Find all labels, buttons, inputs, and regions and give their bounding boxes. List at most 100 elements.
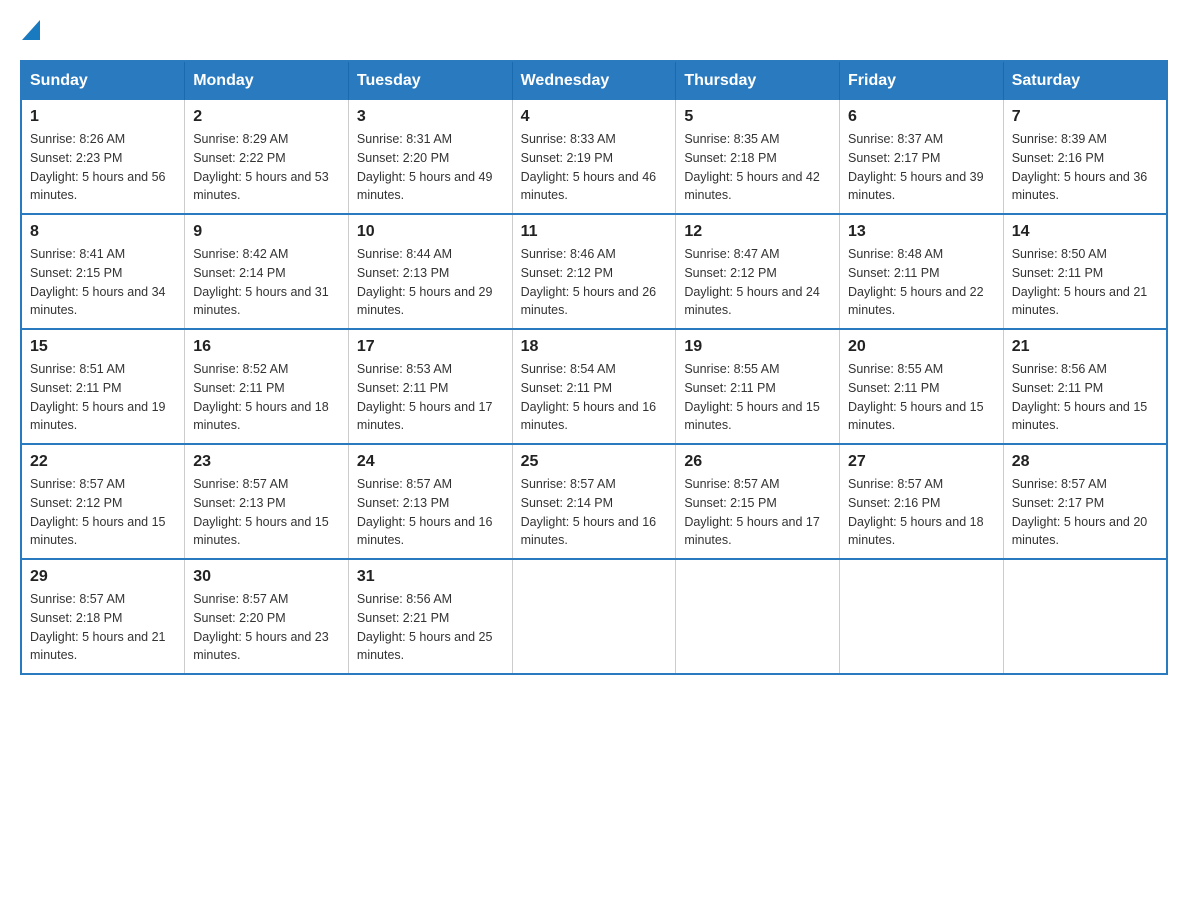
page-header — [20, 20, 1168, 40]
day-info: Sunrise: 8:35 AMSunset: 2:18 PMDaylight:… — [684, 130, 831, 205]
day-number: 7 — [1012, 108, 1158, 126]
calendar-cell: 23 Sunrise: 8:57 AMSunset: 2:13 PMDaylig… — [185, 444, 349, 559]
calendar-cell: 1 Sunrise: 8:26 AMSunset: 2:23 PMDayligh… — [21, 100, 185, 214]
day-number: 23 — [193, 453, 340, 471]
day-number: 6 — [848, 108, 995, 126]
calendar-cell: 21 Sunrise: 8:56 AMSunset: 2:11 PMDaylig… — [1003, 329, 1167, 444]
day-number: 26 — [684, 453, 831, 471]
day-number: 31 — [357, 568, 504, 586]
day-info: Sunrise: 8:48 AMSunset: 2:11 PMDaylight:… — [848, 245, 995, 320]
day-info: Sunrise: 8:55 AMSunset: 2:11 PMDaylight:… — [684, 360, 831, 435]
calendar-week-row: 8 Sunrise: 8:41 AMSunset: 2:15 PMDayligh… — [21, 214, 1167, 329]
day-info: Sunrise: 8:33 AMSunset: 2:19 PMDaylight:… — [521, 130, 668, 205]
calendar-cell: 5 Sunrise: 8:35 AMSunset: 2:18 PMDayligh… — [676, 100, 840, 214]
calendar-cell: 18 Sunrise: 8:54 AMSunset: 2:11 PMDaylig… — [512, 329, 676, 444]
calendar-cell: 12 Sunrise: 8:47 AMSunset: 2:12 PMDaylig… — [676, 214, 840, 329]
header-sunday: Sunday — [21, 61, 185, 100]
day-number: 27 — [848, 453, 995, 471]
day-number: 12 — [684, 223, 831, 241]
day-info: Sunrise: 8:29 AMSunset: 2:22 PMDaylight:… — [193, 130, 340, 205]
day-number: 30 — [193, 568, 340, 586]
calendar-cell: 14 Sunrise: 8:50 AMSunset: 2:11 PMDaylig… — [1003, 214, 1167, 329]
day-number: 4 — [521, 108, 668, 126]
calendar-cell: 16 Sunrise: 8:52 AMSunset: 2:11 PMDaylig… — [185, 329, 349, 444]
day-number: 11 — [521, 223, 668, 241]
day-number: 10 — [357, 223, 504, 241]
day-number: 24 — [357, 453, 504, 471]
day-number: 22 — [30, 453, 176, 471]
calendar-cell — [840, 559, 1004, 674]
calendar-cell: 8 Sunrise: 8:41 AMSunset: 2:15 PMDayligh… — [21, 214, 185, 329]
day-number: 13 — [848, 223, 995, 241]
day-info: Sunrise: 8:50 AMSunset: 2:11 PMDaylight:… — [1012, 245, 1158, 320]
day-info: Sunrise: 8:26 AMSunset: 2:23 PMDaylight:… — [30, 130, 176, 205]
day-info: Sunrise: 8:47 AMSunset: 2:12 PMDaylight:… — [684, 245, 831, 320]
calendar-cell: 25 Sunrise: 8:57 AMSunset: 2:14 PMDaylig… — [512, 444, 676, 559]
day-info: Sunrise: 8:51 AMSunset: 2:11 PMDaylight:… — [30, 360, 176, 435]
calendar-cell: 17 Sunrise: 8:53 AMSunset: 2:11 PMDaylig… — [348, 329, 512, 444]
calendar-cell: 28 Sunrise: 8:57 AMSunset: 2:17 PMDaylig… — [1003, 444, 1167, 559]
calendar-header-row: SundayMondayTuesdayWednesdayThursdayFrid… — [21, 61, 1167, 100]
calendar-cell: 9 Sunrise: 8:42 AMSunset: 2:14 PMDayligh… — [185, 214, 349, 329]
day-info: Sunrise: 8:54 AMSunset: 2:11 PMDaylight:… — [521, 360, 668, 435]
calendar-cell: 30 Sunrise: 8:57 AMSunset: 2:20 PMDaylig… — [185, 559, 349, 674]
header-tuesday: Tuesday — [348, 61, 512, 100]
calendar-cell: 2 Sunrise: 8:29 AMSunset: 2:22 PMDayligh… — [185, 100, 349, 214]
header-thursday: Thursday — [676, 61, 840, 100]
day-number: 1 — [30, 108, 176, 126]
day-info: Sunrise: 8:56 AMSunset: 2:21 PMDaylight:… — [357, 590, 504, 665]
calendar-cell — [676, 559, 840, 674]
day-info: Sunrise: 8:57 AMSunset: 2:12 PMDaylight:… — [30, 475, 176, 550]
calendar-cell: 19 Sunrise: 8:55 AMSunset: 2:11 PMDaylig… — [676, 329, 840, 444]
header-monday: Monday — [185, 61, 349, 100]
day-number: 20 — [848, 338, 995, 356]
day-info: Sunrise: 8:52 AMSunset: 2:11 PMDaylight:… — [193, 360, 340, 435]
calendar-table: SundayMondayTuesdayWednesdayThursdayFrid… — [20, 60, 1168, 675]
day-info: Sunrise: 8:42 AMSunset: 2:14 PMDaylight:… — [193, 245, 340, 320]
day-info: Sunrise: 8:41 AMSunset: 2:15 PMDaylight:… — [30, 245, 176, 320]
calendar-week-row: 1 Sunrise: 8:26 AMSunset: 2:23 PMDayligh… — [21, 100, 1167, 214]
day-number: 16 — [193, 338, 340, 356]
calendar-cell — [512, 559, 676, 674]
calendar-cell — [1003, 559, 1167, 674]
header-friday: Friday — [840, 61, 1004, 100]
calendar-cell: 7 Sunrise: 8:39 AMSunset: 2:16 PMDayligh… — [1003, 100, 1167, 214]
calendar-cell: 20 Sunrise: 8:55 AMSunset: 2:11 PMDaylig… — [840, 329, 1004, 444]
day-info: Sunrise: 8:57 AMSunset: 2:15 PMDaylight:… — [684, 475, 831, 550]
day-number: 8 — [30, 223, 176, 241]
day-number: 9 — [193, 223, 340, 241]
calendar-cell: 27 Sunrise: 8:57 AMSunset: 2:16 PMDaylig… — [840, 444, 1004, 559]
day-number: 18 — [521, 338, 668, 356]
calendar-week-row: 22 Sunrise: 8:57 AMSunset: 2:12 PMDaylig… — [21, 444, 1167, 559]
day-info: Sunrise: 8:31 AMSunset: 2:20 PMDaylight:… — [357, 130, 504, 205]
logo — [20, 20, 40, 40]
day-info: Sunrise: 8:57 AMSunset: 2:20 PMDaylight:… — [193, 590, 340, 665]
day-number: 19 — [684, 338, 831, 356]
calendar-week-row: 29 Sunrise: 8:57 AMSunset: 2:18 PMDaylig… — [21, 559, 1167, 674]
day-info: Sunrise: 8:46 AMSunset: 2:12 PMDaylight:… — [521, 245, 668, 320]
calendar-cell: 6 Sunrise: 8:37 AMSunset: 2:17 PMDayligh… — [840, 100, 1004, 214]
calendar-cell: 11 Sunrise: 8:46 AMSunset: 2:12 PMDaylig… — [512, 214, 676, 329]
day-info: Sunrise: 8:57 AMSunset: 2:14 PMDaylight:… — [521, 475, 668, 550]
day-info: Sunrise: 8:57 AMSunset: 2:17 PMDaylight:… — [1012, 475, 1158, 550]
day-number: 3 — [357, 108, 504, 126]
calendar-cell: 3 Sunrise: 8:31 AMSunset: 2:20 PMDayligh… — [348, 100, 512, 214]
day-number: 2 — [193, 108, 340, 126]
day-number: 25 — [521, 453, 668, 471]
day-info: Sunrise: 8:56 AMSunset: 2:11 PMDaylight:… — [1012, 360, 1158, 435]
calendar-cell: 4 Sunrise: 8:33 AMSunset: 2:19 PMDayligh… — [512, 100, 676, 214]
day-number: 5 — [684, 108, 831, 126]
day-number: 14 — [1012, 223, 1158, 241]
calendar-week-row: 15 Sunrise: 8:51 AMSunset: 2:11 PMDaylig… — [21, 329, 1167, 444]
day-info: Sunrise: 8:55 AMSunset: 2:11 PMDaylight:… — [848, 360, 995, 435]
day-info: Sunrise: 8:39 AMSunset: 2:16 PMDaylight:… — [1012, 130, 1158, 205]
calendar-cell: 22 Sunrise: 8:57 AMSunset: 2:12 PMDaylig… — [21, 444, 185, 559]
calendar-cell: 26 Sunrise: 8:57 AMSunset: 2:15 PMDaylig… — [676, 444, 840, 559]
header-wednesday: Wednesday — [512, 61, 676, 100]
day-info: Sunrise: 8:53 AMSunset: 2:11 PMDaylight:… — [357, 360, 504, 435]
day-number: 17 — [357, 338, 504, 356]
day-info: Sunrise: 8:57 AMSunset: 2:16 PMDaylight:… — [848, 475, 995, 550]
calendar-cell: 13 Sunrise: 8:48 AMSunset: 2:11 PMDaylig… — [840, 214, 1004, 329]
day-info: Sunrise: 8:57 AMSunset: 2:13 PMDaylight:… — [193, 475, 340, 550]
day-info: Sunrise: 8:57 AMSunset: 2:18 PMDaylight:… — [30, 590, 176, 665]
